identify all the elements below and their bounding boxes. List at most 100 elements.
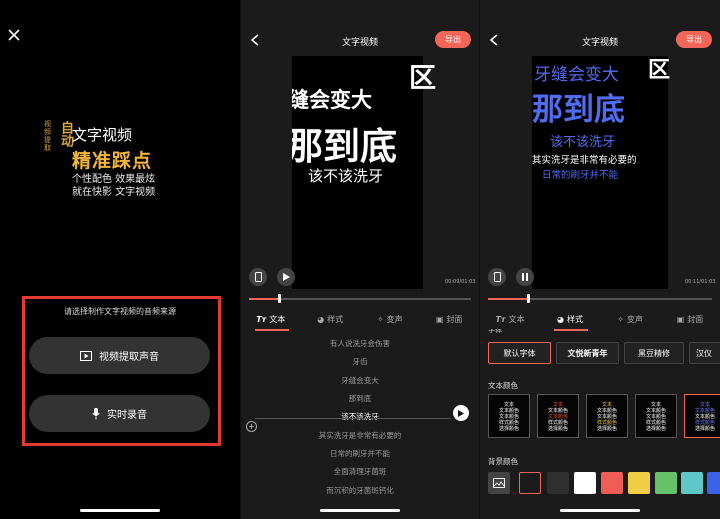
home-indicator [560,509,640,512]
text-color-option[interactable]: 文本 文本颜色 文本颜色 样式颜色 选择颜色 [586,394,628,438]
record-audio-label: 实时录音 [107,410,147,421]
playback-time: 00:09/01:03 [445,279,476,285]
timeline-track[interactable] [249,294,471,303]
font-option-default[interactable]: 默认字体 [488,342,551,364]
tab-style[interactable]: ◕ 样式 [540,310,600,328]
bg-color-swatch[interactable] [574,472,596,494]
lyric-line[interactable]: 其实洗牙是非常有必要的 [241,430,479,441]
tab-cover[interactable]: ▣ 封面 [420,310,480,328]
text-tt-icon: Tт [495,314,506,324]
font-option[interactable]: 文悦新青年 [556,342,619,364]
lyric-line[interactable]: 牙齿 [241,356,479,367]
close-icon[interactable] [7,28,21,42]
text-tt-icon: Tт [256,314,267,324]
tab-style[interactable]: ◕ 样式 [301,310,361,328]
phone-frame-icon [493,272,501,282]
extract-audio-button[interactable]: 视频提取声音 [29,337,210,374]
active-tab-indicator [255,329,289,331]
export-button[interactable]: 导出 [676,31,712,48]
preview-text: 牙缝会变大 [534,65,619,85]
export-button[interactable]: 导出 [435,31,471,48]
bg-color-swatch-selected[interactable] [519,472,541,494]
lyric-line[interactable]: 那到底 [241,393,479,404]
palette-icon: ◕ [557,314,564,324]
editor-tabs: Tт 文本 ◕ 样式 ✧ 变声 ▣ 封面 [480,310,720,328]
lyric-line[interactable]: 全面清理牙菌斑 [241,466,479,477]
text-color-option[interactable]: 文本 文本颜色 文本颜色 样式颜色 选择颜色 [635,394,677,438]
timeline-scrubber[interactable] [278,294,281,303]
bg-color-swatch[interactable] [547,472,569,494]
timeline-track[interactable] [488,294,712,303]
audio-source-hint: 请选择制作文字视频的音频来源 [64,307,176,316]
bg-color-swatch[interactable] [601,472,623,494]
aspect-button[interactable] [249,268,267,286]
audio-source-screen: 视频提取 自动 文字视频 精准踩点 个性配色 效果最炫 就在快影 文字视频 请选… [0,0,240,519]
tab-voice[interactable]: ✧ 变声 [360,310,420,328]
bg-color-swatch[interactable] [681,472,703,494]
home-indicator [320,509,400,512]
lyric-line[interactable]: 有人说洗牙会伤害 [241,338,479,349]
voice-effect-icon: ✧ [376,314,384,324]
custom-bg-image-button[interactable] [488,472,510,494]
video-icon [80,350,92,361]
tab-text[interactable]: Tт 文本 [241,310,301,328]
font-section-label: 字体 [488,329,502,334]
lyric-line[interactable]: 牙缝会变大 [241,375,479,386]
current-lyric-line[interactable]: 该不该洗牙 [241,411,479,422]
pause-button[interactable] [516,268,534,286]
preview-text: 日常的刷牙并不能 [542,170,619,181]
palette-icon: ◕ [317,314,325,324]
cover-icon: ▣ [676,314,685,324]
bg-color-swatch[interactable] [707,472,720,494]
video-preview: 缝会变大 那到底 该不该洗牙 [292,56,423,289]
bg-color-section-label: 背景颜色 [488,457,518,466]
voice-effect-icon: ✧ [617,314,624,324]
preview-text: 那到底 [532,92,625,128]
promo-highlight: 精准踩点 [72,150,153,172]
aspect-button[interactable] [488,268,506,286]
home-indicator [80,509,160,512]
microphone-icon [92,407,100,419]
font-option[interactable]: 汉仪 [689,342,720,364]
preview-text: 那到底 [292,125,397,168]
text-color-section-label: 文本颜色 [488,381,518,390]
preview-text: 该不该洗牙 [308,167,384,185]
timeline-scrubber[interactable] [527,294,530,303]
active-tab-indicator [554,329,588,331]
text-color-option-selected[interactable]: 文本 文本颜色 文本颜色 样式颜色 选择颜色 [684,394,720,438]
playback-time: 00:11/01:03 [685,279,716,285]
lyric-line[interactable]: 而沉积的牙菌斑钙化 [241,485,479,496]
tab-cover[interactable]: ▣ 封面 [660,310,720,328]
font-option[interactable]: 黑豆精修 [624,342,684,364]
text-color-option[interactable]: 文本 文本颜色 文本颜色 样式颜色 选择颜色 [488,394,530,438]
bg-color-swatch[interactable] [655,472,677,494]
play-icon [282,273,290,281]
text-color-option[interactable]: 文本 文本颜色 文本颜色 样式颜色 选择颜色 [537,394,579,438]
image-add-icon [493,478,505,488]
promo-tag: 视频提取 [44,120,51,152]
promo-headline: 文字视频 [72,126,133,144]
preview-text: 该不该洗牙 [550,135,616,150]
text-editor-screen: 文字视频 导出 缝会变大 那到底 该不该洗牙 区 00:09/01:03 Tт 文… [241,0,479,519]
current-line-marker [255,418,451,419]
preview-text: 缝会变大 [292,88,372,112]
preview-corner-glyph: 区 [409,63,436,94]
bg-color-swatch[interactable] [628,472,650,494]
phone-frame-icon [254,272,262,282]
video-preview: 牙缝会变大 那到底 该不该洗牙 其实洗牙是非常有必要的 日常的刷牙并不能 [532,56,668,289]
preview-corner-glyph: 区 [648,58,671,83]
pause-icon [522,273,528,281]
record-audio-button[interactable]: 实时录音 [29,395,210,432]
extract-audio-label: 视频提取声音 [99,352,159,363]
promo-line: 就在快影 文字视频 [72,187,156,198]
preview-text: 其实洗牙是非常有必要的 [532,155,637,166]
add-line-icon[interactable]: + [246,421,257,432]
play-icon [458,409,464,417]
lyric-line[interactable]: 日常的刷牙并不能 [241,448,479,459]
play-button[interactable] [277,268,295,286]
editor-tabs: Tт 文本 ◕ 样式 ✧ 变声 ▣ 封面 [241,310,479,328]
play-line-button[interactable] [453,405,469,421]
tab-text[interactable]: Tт 文本 [480,310,540,328]
tab-voice[interactable]: ✧ 变声 [600,310,660,328]
style-editor-screen: 文字视频 导出 牙缝会变大 那到底 该不该洗牙 其实洗牙是非常有必要的 日常的刷… [480,0,720,519]
